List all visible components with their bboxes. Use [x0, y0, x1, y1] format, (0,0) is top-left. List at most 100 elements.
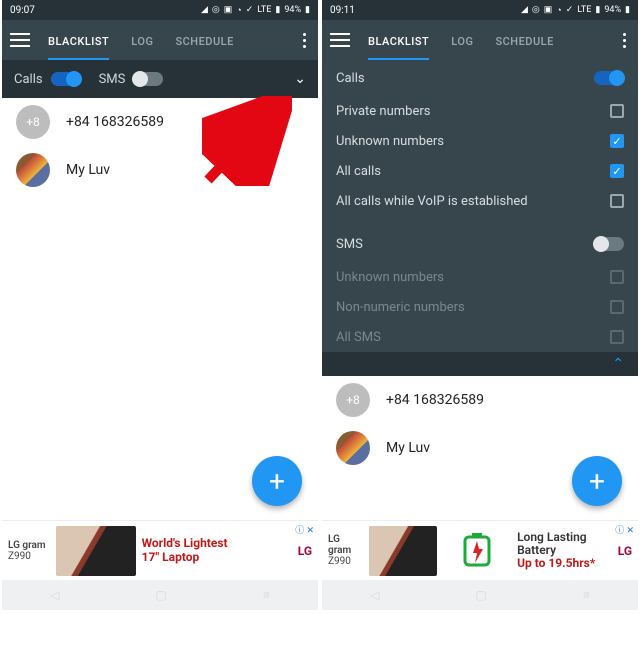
location-icon: ◎: [532, 5, 540, 15]
option-unknown-numbers[interactable]: Unknown numbers ✓: [322, 126, 638, 156]
contact-number: +84 168326589: [66, 114, 164, 130]
tabs: BLACKLIST LOG SCHEDULE: [368, 23, 619, 58]
back-icon[interactable]: ◁: [370, 588, 379, 602]
checkbox[interactable]: [610, 104, 624, 118]
add-button[interactable]: +: [572, 456, 622, 506]
option-private-numbers[interactable]: Private numbers: [322, 96, 638, 126]
clock-icon: ◔: [236, 5, 241, 16]
tab-log[interactable]: LOG: [131, 23, 153, 58]
menu-icon[interactable]: [330, 33, 350, 47]
collapse-bar[interactable]: ⌃: [322, 352, 638, 376]
calls-toggle[interactable]: [594, 71, 624, 85]
calls-header: Calls: [336, 71, 365, 86]
recents-icon[interactable]: ≡: [263, 588, 270, 602]
option-all-calls[interactable]: All calls ✓: [322, 156, 638, 186]
status-icons: ◢ ◎ ▣ ◔ ✓ LTE ▮ 94% ▮: [521, 5, 630, 16]
option-label: Non-numeric numbers: [336, 300, 465, 315]
shield-icon: ◔: [556, 5, 561, 16]
contact-name: My Luv: [66, 162, 110, 178]
checkbox[interactable]: [610, 194, 624, 208]
tab-schedule[interactable]: SCHEDULE: [495, 23, 553, 58]
more-icon[interactable]: [619, 29, 630, 52]
option-label: All SMS: [336, 330, 381, 345]
list-item[interactable]: +8 +84 168326589: [322, 376, 638, 424]
ad-text: World's Lightest 17" Laptop: [142, 537, 228, 563]
sms-section: SMS: [322, 226, 638, 262]
back-icon[interactable]: ◁: [50, 588, 59, 602]
menu-icon[interactable]: [10, 33, 30, 47]
option-label: Unknown numbers: [336, 134, 444, 149]
tab-blacklist[interactable]: BLACKLIST: [48, 23, 109, 58]
plus-icon: +: [269, 465, 285, 498]
option-voip[interactable]: All calls while VoIP is established: [322, 186, 638, 216]
filter-panel: Calls Private numbers Unknown numbers ✓ …: [322, 60, 638, 376]
expand-icon[interactable]: ⌄: [294, 71, 306, 87]
avatar: [336, 431, 370, 465]
ad-close-icon[interactable]: ⓘ ✕: [295, 523, 314, 536]
battery-icon: ▮: [625, 5, 630, 15]
checkbox[interactable]: ✓: [610, 164, 624, 178]
option-label: All calls while VoIP is established: [336, 194, 528, 209]
recents-icon[interactable]: ≡: [583, 588, 590, 602]
home-icon[interactable]: ▢: [475, 588, 486, 602]
ad-banner[interactable]: LG gram Z990 World's Lightest 17" Laptop…: [2, 520, 318, 580]
home-icon[interactable]: ▢: [155, 588, 166, 602]
status-bar: 09:11 ◢ ◎ ▣ ◔ ✓ LTE ▮ 94% ▮: [322, 0, 638, 20]
lte-icon: LTE: [577, 5, 591, 15]
ad-close-icon[interactable]: ⓘ ✕: [615, 523, 634, 536]
ad-banner[interactable]: LG gram Z990 Long Lasting Battery Up to …: [322, 520, 638, 580]
tab-schedule[interactable]: SCHEDULE: [175, 23, 233, 58]
plus-icon: +: [589, 465, 605, 498]
blacklist: +8 +84 168326589 My Luv: [2, 98, 318, 194]
ad-brand: LG gram Z990: [8, 540, 50, 562]
sms-toggle[interactable]: [594, 237, 624, 251]
option-sms-nonnumeric[interactable]: Non-numeric numbers: [322, 292, 638, 322]
avatar: +8: [336, 383, 370, 417]
ad-image: [56, 526, 136, 576]
calls-section: Calls: [322, 60, 638, 96]
location-icon: ◎: [212, 5, 220, 15]
phone-right: 09:11 ◢ ◎ ▣ ◔ ✓ LTE ▮ 94% ▮ BLACKLIST LO…: [322, 0, 638, 610]
lg-logo: LG: [298, 544, 312, 558]
sms-toggle[interactable]: [133, 72, 163, 86]
quick-filter-bar: Calls SMS ⌄: [2, 60, 318, 98]
add-button[interactable]: +: [252, 456, 302, 506]
send-icon: ◢: [521, 5, 528, 15]
check-icon: ✓: [566, 5, 574, 15]
signal-icon: ▮: [595, 5, 600, 15]
lg-logo: LG: [618, 544, 632, 558]
tabs: BLACKLIST LOG SCHEDULE: [48, 23, 299, 58]
app-bar: BLACKLIST LOG SCHEDULE: [2, 20, 318, 60]
checkbox[interactable]: [610, 300, 624, 314]
option-sms-all[interactable]: All SMS: [322, 322, 638, 352]
list-item[interactable]: +8 +84 168326589: [2, 98, 318, 146]
status-bar: 09:07 ◢ ◎ ▣ ◔ ✓ LTE ▮ 94% ▮: [2, 0, 318, 20]
send-icon: ◢: [201, 5, 208, 15]
battery-icon: ▮: [305, 5, 310, 15]
more-icon[interactable]: [299, 29, 310, 52]
option-label: All calls: [336, 164, 381, 179]
system-navbar: ◁ ▢ ≡: [2, 580, 318, 610]
shield-icon: ▣: [224, 5, 233, 15]
sms-label: SMS: [99, 72, 126, 87]
checkbox[interactable]: [610, 270, 624, 284]
contact-number: +84 168326589: [386, 392, 484, 408]
ad-image: [369, 526, 437, 576]
option-sms-unknown[interactable]: Unknown numbers: [322, 262, 638, 292]
status-icons: ◢ ◎ ▣ ◔ ✓ LTE ▮ 94% ▮: [201, 5, 310, 16]
avatar: [16, 153, 50, 187]
battery-art-icon: [443, 530, 511, 572]
tab-blacklist[interactable]: BLACKLIST: [368, 23, 429, 58]
chevron-up-icon: ⌃: [612, 356, 624, 372]
calls-toggle[interactable]: [51, 72, 81, 86]
image-icon: ▣: [544, 5, 553, 15]
ad-brand: LG gram Z990: [328, 534, 363, 567]
app-bar: BLACKLIST LOG SCHEDULE: [322, 20, 638, 60]
signal-icon: ▮: [275, 5, 280, 15]
tab-log[interactable]: LOG: [451, 23, 473, 58]
check-icon: ✓: [246, 5, 254, 15]
list-item[interactable]: My Luv: [2, 146, 318, 194]
checkbox[interactable]: ✓: [610, 134, 624, 148]
checkbox[interactable]: [610, 330, 624, 344]
option-label: Private numbers: [336, 104, 430, 119]
